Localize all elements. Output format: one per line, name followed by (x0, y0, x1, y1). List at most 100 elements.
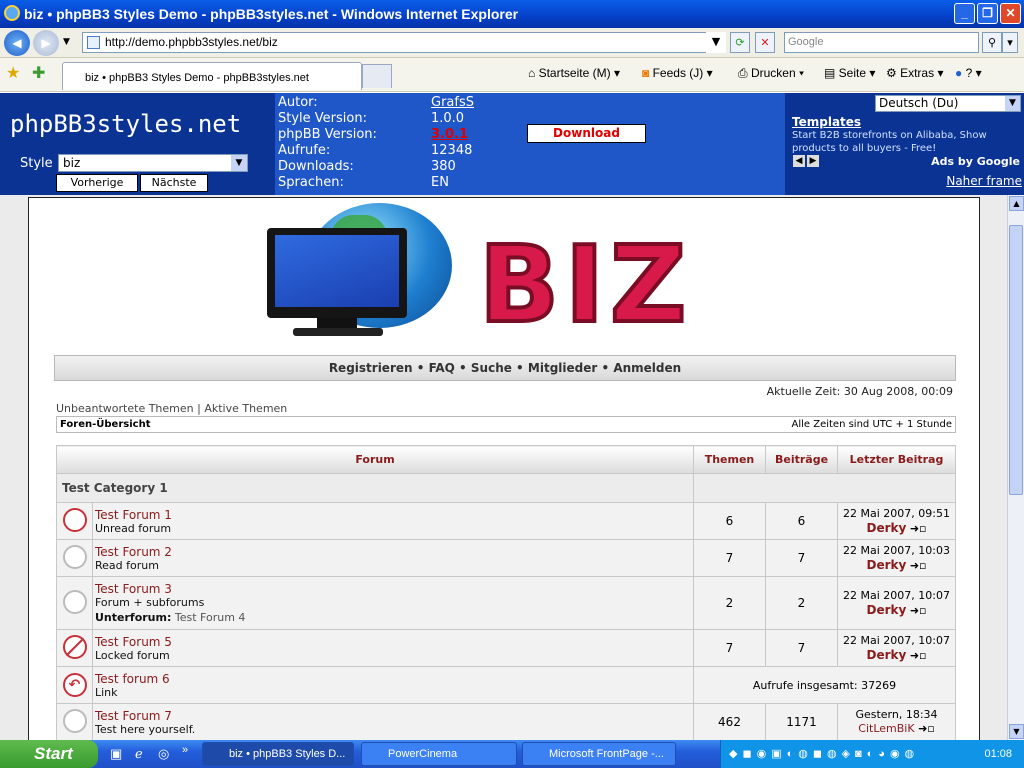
last-post-user[interactable]: CitLemBiK (858, 722, 914, 735)
refresh-icon[interactable]: ⟳ (730, 32, 750, 53)
biz-logo-image: BIZ (479, 226, 688, 331)
window-title: biz • phpBB3 Styles Demo - phpBB3styles.… (24, 6, 519, 22)
language-select[interactable]: Deutsch (Du) ▼ (875, 95, 1021, 112)
task-ie[interactable]: biz • phpBB3 Styles D... (202, 742, 354, 766)
go-to-post-icon[interactable]: ➜▫ (910, 559, 927, 572)
style-value: biz (63, 156, 81, 170)
page-menu-button[interactable]: ▤ Seite ▾ (824, 66, 875, 80)
next-frame-link[interactable]: Naher frame (946, 174, 1022, 188)
category-title[interactable]: Test Category 1 (56, 473, 694, 503)
last-post-user[interactable]: Derky (867, 521, 907, 535)
print-button[interactable]: ⎙ Drucken ▾ (738, 66, 804, 81)
forum-link[interactable]: Test Forum 1 (93, 508, 693, 522)
style-label: Style (20, 156, 53, 171)
info-key: Autor: (278, 95, 318, 110)
download-button[interactable]: Download (527, 124, 646, 143)
info-row-languages: Sprachen: EN (278, 175, 449, 191)
subforum-link[interactable]: Test Forum 4 (175, 611, 246, 624)
forum-nav-bar[interactable]: Registrieren • FAQ • Suche • Mitglieder … (54, 355, 956, 381)
last-post-user[interactable]: Derky (867, 558, 907, 572)
quick-links[interactable]: Unbeantwortete Themen | Aktive Themen (56, 402, 287, 415)
minimize-button[interactable]: _ (954, 3, 975, 24)
phpbb-version-link[interactable]: 3.0.1 (431, 127, 468, 142)
author-link[interactable]: GrafsS (431, 95, 474, 110)
maximize-button[interactable]: ❐ (977, 3, 998, 24)
col-forum: Forum (56, 445, 694, 474)
scroll-up-icon[interactable]: ▲ (1009, 196, 1024, 211)
info-row-downloads: Downloads: 380 (278, 159, 456, 175)
forum-link[interactable]: Test forum 6 (93, 672, 693, 686)
ads-by-google[interactable]: Ads by Google (931, 155, 1020, 168)
help-icon: ● (955, 66, 963, 80)
category-spacer (693, 473, 956, 503)
monitor-globe-logo-image (267, 203, 457, 338)
tab-active[interactable]: biz • phpBB3 Styles Demo - phpBB3styles.… (62, 62, 362, 90)
ad-prev-icon[interactable]: ◀ (793, 155, 805, 167)
posts-count: 2 (765, 576, 838, 630)
quicklaunch-media-icon[interactable]: ◎ (158, 746, 169, 762)
window-titlebar: biz • phpBB3 Styles Demo - phpBB3styles.… (0, 0, 1024, 28)
forum-link[interactable]: Test Forum 5 (93, 635, 693, 649)
locked-forum-icon (62, 634, 87, 659)
home-button[interactable]: ⌂ Startseite (M) ▾ (528, 66, 620, 80)
current-time: Aktuelle Zeit: 30 Aug 2008, 00:09 (766, 385, 953, 398)
demo-header: phpBB3styles.net Style biz ▼ Vorherige Nä… (0, 93, 1024, 195)
last-post-date: 22 Mai 2007, 10:07 (843, 633, 950, 647)
ad-next-icon[interactable]: ▶ (807, 155, 819, 167)
quicklaunch-more-icon[interactable]: » (182, 744, 188, 756)
style-select[interactable]: biz ▼ (58, 154, 248, 172)
language-value: Deutsch (Du) (879, 96, 959, 110)
help-menu-button[interactable]: ● ? ▾ (955, 66, 982, 80)
help-label: ? (965, 66, 973, 80)
search-options-icon[interactable]: ▾ (1002, 32, 1018, 53)
posts-count: 6 (765, 502, 838, 540)
breadcrumb-bar: Foren-Übersicht Alle Zeiten sind UTC + 1 … (56, 416, 956, 433)
forward-button[interactable]: ▶ (33, 30, 59, 56)
vertical-scrollbar[interactable]: ▲ ▼ (1007, 195, 1024, 740)
feeds-button[interactable]: ◙ Feeds (J) ▾ (642, 66, 713, 80)
address-text: http://demo.phpbb3styles.net/biz (105, 35, 278, 49)
col-last-post: Letzter Beitrag (837, 445, 956, 474)
new-tab-button[interactable] (362, 64, 392, 88)
search-icon[interactable]: ⚲ (982, 32, 1002, 53)
go-to-post-icon[interactable]: ➜▫ (918, 722, 935, 735)
quicklaunch-ie-icon[interactable]: ℯ (135, 746, 143, 762)
favorites-star-icon[interactable]: ★ (6, 63, 20, 83)
search-input[interactable]: Google (784, 32, 979, 53)
last-post-user[interactable]: Derky (867, 648, 907, 662)
close-button[interactable]: ✕ (1000, 3, 1021, 24)
tools-menu-button[interactable]: ⚙ Extras ▾ (886, 66, 943, 80)
ad-title-link[interactable]: Templates (792, 115, 861, 129)
go-to-post-icon[interactable]: ➜▫ (910, 604, 927, 617)
stop-icon[interactable]: ✕ (755, 32, 775, 53)
feeds-label: Feeds (J) (652, 66, 704, 80)
address-toolbar: ◀ ▶ ▼ http://demo.phpbb3styles.net/biz ▼… (0, 28, 1024, 58)
posts-count: 1171 (765, 703, 838, 740)
forum-page: BIZ Registrieren • FAQ • Suche • Mitglie… (28, 197, 980, 740)
start-button[interactable]: Start (0, 740, 98, 768)
forum-description: Test here yourself. (95, 722, 196, 736)
ad-panel: Deutsch (Du) ▼ Templates Start B2B storef… (788, 93, 1024, 195)
scroll-down-icon[interactable]: ▼ (1009, 724, 1024, 739)
add-favorite-icon[interactable]: ✚ (32, 63, 45, 83)
topics-count: 6 (693, 502, 766, 540)
address-bar[interactable]: http://demo.phpbb3styles.net/biz (82, 32, 722, 53)
next-style-button[interactable]: Nächste (140, 174, 208, 192)
scroll-thumb[interactable] (1009, 225, 1023, 495)
history-dropdown-icon[interactable]: ▼ (63, 37, 70, 47)
breadcrumb[interactable]: Foren-Übersicht (60, 419, 150, 430)
forum-link[interactable]: Test Forum 7 (93, 709, 693, 723)
tray-icons[interactable]: ◆◼◉▣◐◍◼◍◈◙◐◕◉◍ (729, 740, 919, 768)
forum-link[interactable]: Test Forum 3 (93, 582, 693, 596)
last-post-user[interactable]: Derky (867, 603, 907, 617)
back-button[interactable]: ◀ (4, 30, 30, 56)
task-powercinema[interactable]: PowerCinema (361, 742, 517, 766)
quicklaunch-desktop-icon[interactable]: ▣ (110, 746, 122, 762)
prev-style-button[interactable]: Vorherige (56, 174, 138, 192)
go-to-post-icon[interactable]: ➜▫ (910, 649, 927, 662)
task-frontpage[interactable]: Microsoft FrontPage -... (522, 742, 676, 766)
forum-link[interactable]: Test Forum 2 (93, 545, 693, 559)
address-dropdown-icon[interactable]: ▼ (706, 32, 726, 53)
go-to-post-icon[interactable]: ➜▫ (910, 522, 927, 535)
site-logo[interactable]: phpBB3styles.net (10, 110, 241, 138)
